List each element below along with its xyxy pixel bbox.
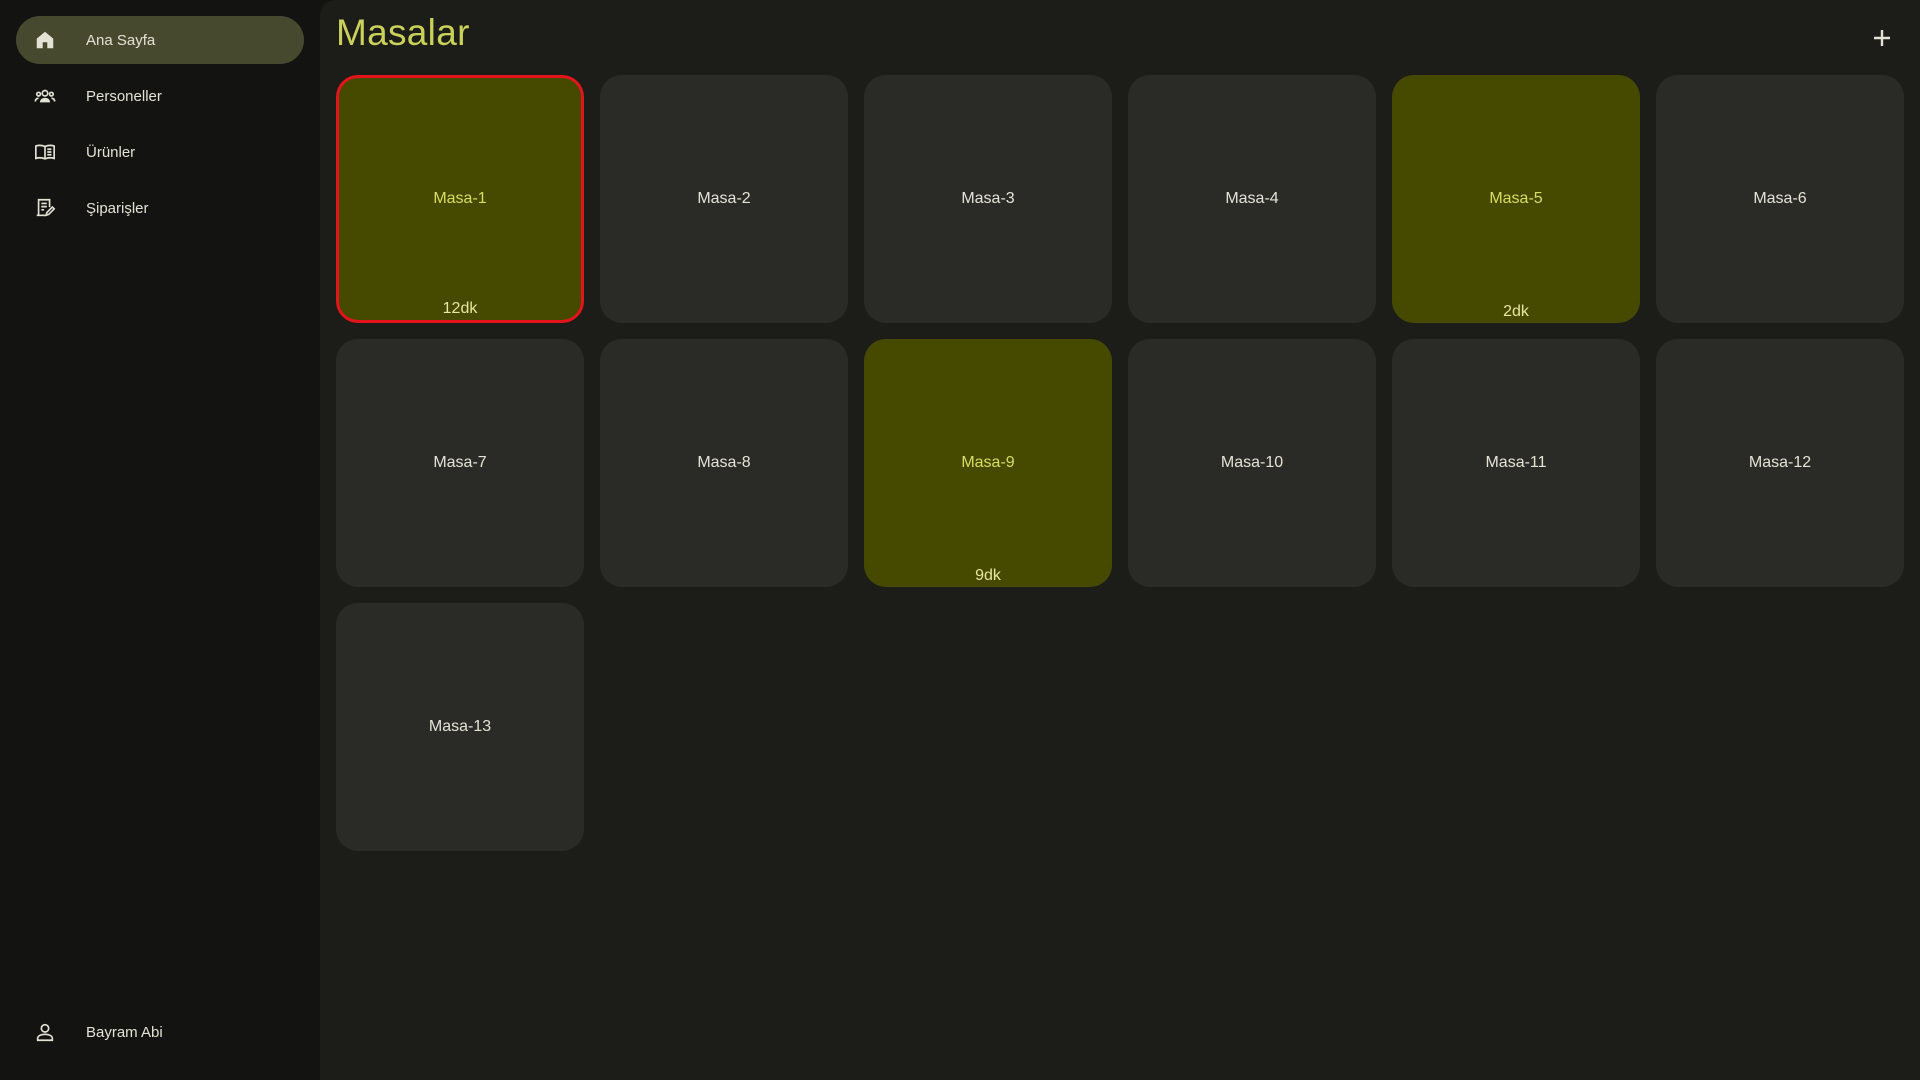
page-title: Masalar [336, 12, 470, 53]
book-icon [34, 141, 56, 163]
sidebar-item-label: Ana Sayfa [86, 31, 156, 49]
main-content: Masalar Masa-1 12dk Masa-2 Masa-3 Masa-4 Masa… [320, 0, 1920, 1080]
table-name: Masa-3 [961, 190, 1015, 207]
home-icon [34, 29, 56, 51]
table-name: Masa-12 [1748, 454, 1812, 471]
user-profile-item[interactable]: Bayram Abi [16, 1008, 304, 1056]
person-icon [34, 1021, 56, 1043]
table-name: Masa-13 [428, 718, 492, 735]
table-name: Masa-9 [961, 454, 1015, 471]
table-card[interactable]: Masa-8 [600, 339, 848, 587]
table-name: Masa-2 [697, 190, 751, 207]
table-elapsed-time: 2dk [1503, 303, 1529, 320]
sidebar-item-label: Ürünler [86, 143, 136, 161]
sidebar-item-label: Şiparişler [86, 199, 149, 217]
add-table-button[interactable] [1868, 24, 1896, 52]
table-name: Masa-5 [1489, 190, 1543, 207]
sidebar-item-urunler[interactable]: Ürünler [16, 128, 304, 176]
table-name: Masa-1 [433, 190, 487, 207]
table-card[interactable]: Masa-4 [1128, 75, 1376, 323]
user-name: Bayram Abi [86, 1023, 163, 1041]
table-card[interactable]: Masa-6 [1656, 75, 1904, 323]
table-card[interactable]: Masa-13 [336, 603, 584, 851]
table-card[interactable]: Masa-9 9dk [864, 339, 1112, 587]
plus-icon [1874, 30, 1890, 46]
app: Ana Sayfa Personeller Ürünler Şiparişler… [0, 0, 1920, 1080]
table-card[interactable]: Masa-12 [1656, 339, 1904, 587]
table-card[interactable]: Masa-3 [864, 75, 1112, 323]
table-card[interactable]: Masa-1 12dk [336, 75, 584, 323]
people-icon [34, 85, 56, 107]
table-card[interactable]: Masa-2 [600, 75, 848, 323]
table-name: Masa-10 [1220, 454, 1284, 471]
table-card[interactable]: Masa-7 [336, 339, 584, 587]
table-card[interactable]: Masa-11 [1392, 339, 1640, 587]
table-card[interactable]: Masa-10 [1128, 339, 1376, 587]
table-name: Masa-6 [1753, 190, 1807, 207]
sidebar-item-ana-sayfa[interactable]: Ana Sayfa [16, 16, 304, 64]
sidebar: Ana Sayfa Personeller Ürünler Şiparişler… [0, 0, 320, 1080]
table-elapsed-time: 12dk [442, 300, 478, 317]
table-name: Masa-7 [433, 454, 487, 471]
table-name: Masa-4 [1225, 190, 1279, 207]
table-name: Masa-8 [697, 454, 751, 471]
table-grid: Masa-1 12dk Masa-2 Masa-3 Masa-4 Masa-5 2dk Mas… [336, 75, 1904, 851]
sidebar-item-personeller[interactable]: Personeller [16, 72, 304, 120]
sidebar-item-label: Personeller [86, 87, 162, 105]
table-name: Masa-11 [1485, 454, 1547, 471]
table-elapsed-time: 9dk [975, 567, 1001, 584]
receipt-icon [34, 197, 56, 219]
sidebar-item-siparisler[interactable]: Şiparişler [16, 184, 304, 232]
table-card[interactable]: Masa-5 2dk [1392, 75, 1640, 323]
